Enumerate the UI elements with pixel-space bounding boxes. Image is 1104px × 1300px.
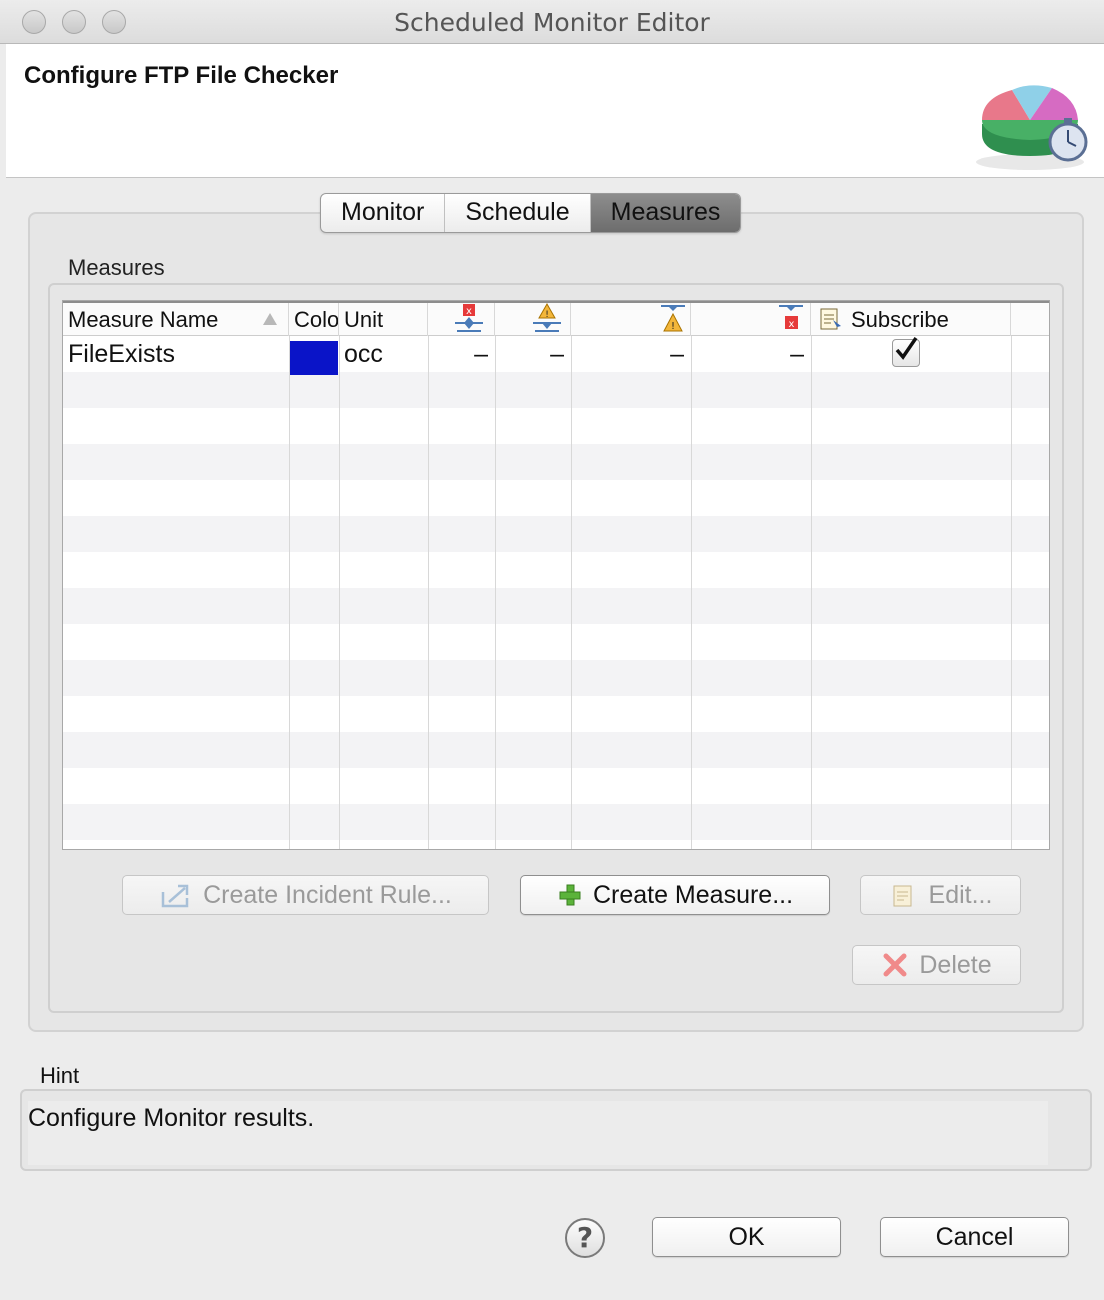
dialog-header: Configure FTP File Checker: [6, 44, 1104, 178]
empty-row: [63, 588, 1049, 624]
empty-row: [63, 732, 1049, 768]
measures-table[interactable]: Measure Name Colo Unit x ! ! x Subscribe…: [62, 300, 1050, 850]
create-incident-rule-button[interactable]: Create Incident Rule...: [122, 875, 489, 915]
empty-row: [63, 372, 1049, 408]
column-divider: [571, 336, 572, 849]
lower-severe-threshold-cell[interactable]: –: [692, 337, 804, 373]
column-divider: [428, 336, 429, 849]
column-header-color[interactable]: Colo: [289, 303, 339, 336]
upper-warning-threshold-icon: !: [533, 303, 561, 332]
hint-label: Hint: [40, 1063, 80, 1088]
column-header-lower-warning[interactable]: !: [571, 303, 691, 336]
window-titlebar: Scheduled Monitor Editor: [0, 0, 1104, 44]
upper-severe-threshold-cell[interactable]: –: [429, 337, 488, 373]
column-header-measure-name[interactable]: Measure Name: [63, 303, 289, 336]
tab-bar: Monitor Schedule Measures: [320, 193, 742, 233]
svg-text:x: x: [789, 319, 795, 330]
help-button[interactable]: ?: [565, 1218, 605, 1258]
svg-text:!: !: [671, 321, 675, 332]
tab-monitor[interactable]: Monitor: [321, 194, 446, 232]
column-divider: [811, 336, 812, 849]
measure-name-cell[interactable]: FileExists: [68, 337, 288, 373]
subscribe-checkbox[interactable]: [892, 337, 920, 367]
delete-button[interactable]: Delete: [852, 945, 1021, 985]
column-divider: [1011, 336, 1012, 849]
column-divider: [495, 336, 496, 849]
create-incident-rule-icon: [161, 884, 189, 908]
empty-row: [63, 408, 1049, 444]
hint-text: Configure Monitor results.: [28, 1104, 315, 1132]
lower-warning-threshold-cell[interactable]: –: [572, 337, 684, 373]
sort-ascending-icon: [263, 313, 277, 325]
checkmark-icon: [895, 337, 918, 360]
column-divider: [339, 336, 340, 849]
measures-group-label: Measures: [68, 255, 165, 280]
empty-row: [63, 480, 1049, 516]
measure-unit-cell[interactable]: occ: [344, 337, 424, 373]
lower-warning-threshold-icon: !: [661, 305, 685, 332]
measure-color-swatch[interactable]: [290, 338, 338, 375]
edit-button[interactable]: Edit...: [860, 875, 1021, 915]
column-header-filler: [1011, 303, 1049, 336]
tab-measures[interactable]: Measures: [590, 194, 741, 232]
column-header-upper-severe[interactable]: x: [428, 303, 495, 336]
upper-warning-threshold-cell[interactable]: –: [496, 337, 564, 373]
empty-row: [63, 768, 1049, 804]
column-header-lower-severe[interactable]: x: [691, 303, 811, 336]
empty-row: [63, 552, 1049, 588]
page-title: Configure FTP File Checker: [24, 62, 339, 89]
pie-chart-stopwatch-icon: [976, 85, 1088, 170]
ok-button[interactable]: OK: [652, 1217, 841, 1257]
empty-row: [63, 444, 1049, 480]
column-divider: [289, 336, 290, 849]
upper-severe-threshold-icon: x: [455, 304, 483, 332]
empty-row: [63, 696, 1049, 732]
svg-text:x: x: [466, 306, 472, 317]
empty-row: [63, 660, 1049, 696]
add-plus-icon: [559, 884, 581, 906]
edit-document-icon: [893, 885, 912, 907]
tab-schedule[interactable]: Schedule: [445, 194, 591, 232]
column-header-subscribe[interactable]: Subscribe: [811, 303, 1011, 336]
column-divider: [691, 336, 692, 849]
column-header-upper-warning[interactable]: !: [495, 303, 571, 336]
column-header-unit[interactable]: Unit: [339, 303, 428, 336]
create-measure-button[interactable]: Create Measure...: [520, 875, 830, 915]
table-header: Measure Name Colo Unit x ! ! x Subscribe: [63, 301, 1049, 336]
subscribe-icon: [820, 308, 841, 330]
empty-row: [63, 516, 1049, 552]
delete-x-icon: [883, 953, 907, 977]
svg-text:!: !: [545, 310, 549, 320]
lower-severe-threshold-icon: x: [779, 305, 803, 330]
cancel-button[interactable]: Cancel: [880, 1217, 1069, 1257]
empty-row: [63, 624, 1049, 660]
empty-row: [63, 804, 1049, 840]
window-title: Scheduled Monitor Editor: [394, 8, 710, 37]
